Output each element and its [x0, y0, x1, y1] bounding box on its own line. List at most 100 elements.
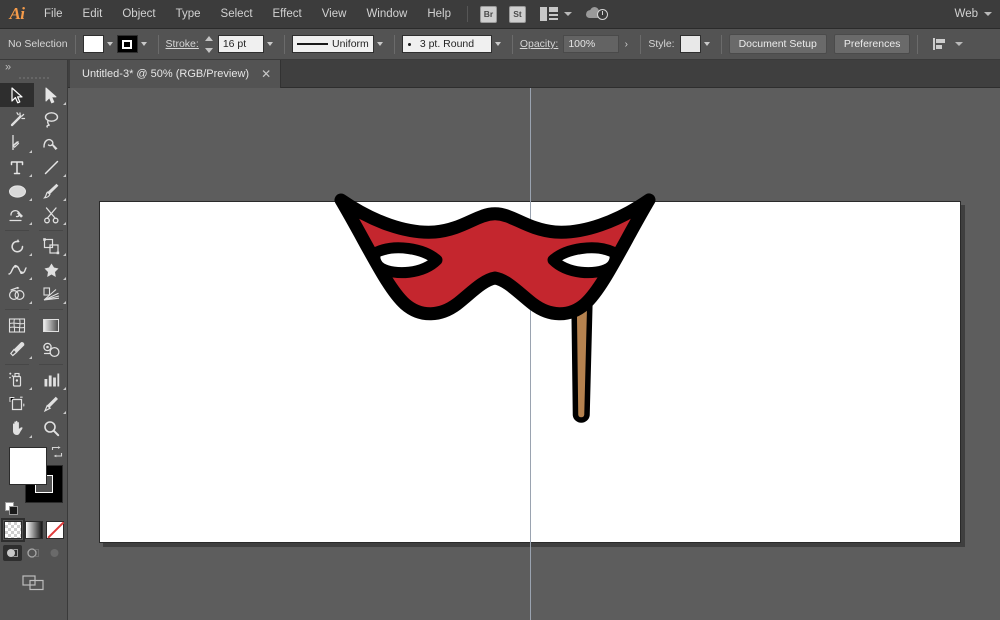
zoom-tool[interactable]: [34, 416, 68, 440]
type-tool[interactable]: [0, 155, 34, 179]
line-segment-tool[interactable]: [34, 155, 68, 179]
tool-flyout-indicator-icon: [29, 174, 32, 177]
tool-divider: [39, 230, 63, 231]
direct-selection-tool[interactable]: [34, 83, 68, 107]
tool-flyout-indicator-icon: [63, 411, 66, 414]
fill-chevron-down-icon[interactable]: [104, 35, 117, 53]
stroke-weight-label: Stroke:: [166, 38, 199, 50]
menu-type[interactable]: Type: [166, 0, 211, 29]
menu-effect[interactable]: Effect: [263, 0, 312, 29]
menu-select[interactable]: Select: [211, 0, 263, 29]
fill-color-swatch[interactable]: [9, 447, 47, 485]
tool-flyout-indicator-icon: [29, 198, 32, 201]
fill-swatch[interactable]: [83, 35, 104, 53]
collapse-panel-icon[interactable]: [0, 60, 67, 73]
default-fill-stroke-icon[interactable]: [5, 502, 18, 515]
ellipse-tool[interactable]: [0, 179, 34, 203]
symbol-sprayer-tool[interactable]: [0, 368, 34, 392]
rotate-tool[interactable]: [0, 234, 34, 258]
close-tab-icon[interactable]: ✕: [261, 68, 271, 80]
brush-definition-chevron-down-icon[interactable]: [492, 35, 505, 53]
bridge-icon[interactable]: Br: [480, 6, 497, 23]
curvature-tool[interactable]: [34, 131, 68, 155]
menu-window[interactable]: Window: [356, 0, 417, 29]
masquerade-mask-artwork[interactable]: [333, 192, 673, 437]
swap-fill-stroke-icon[interactable]: [51, 445, 63, 457]
magic-wand-tool[interactable]: [0, 107, 34, 131]
menu-object[interactable]: Object: [112, 0, 165, 29]
scissors-tool[interactable]: [34, 203, 68, 227]
arrange-documents-icon[interactable]: [540, 7, 558, 21]
tool-divider: [5, 309, 29, 310]
paintbrush-tool[interactable]: [34, 179, 68, 203]
arrange-chevron-down-icon[interactable]: [564, 12, 572, 16]
workspace-switcher[interactable]: Web: [955, 8, 1000, 20]
graphic-style-chevron-down-icon[interactable]: [701, 35, 714, 53]
control-bar: No Selection Stroke: 16 pt Uniform 3 pt.…: [0, 29, 1000, 60]
panel-drag-handle[interactable]: [0, 73, 67, 83]
gradient-mode-button[interactable]: [25, 521, 43, 539]
document-setup-button[interactable]: Document Setup: [729, 34, 827, 54]
align-chevron-down-icon[interactable]: [955, 42, 963, 46]
style-label: Style:: [648, 38, 674, 50]
gradient-tool[interactable]: [34, 313, 68, 337]
change-screen-mode-button[interactable]: [20, 573, 48, 593]
menu-help[interactable]: Help: [417, 0, 461, 29]
preferences-button[interactable]: Preferences: [834, 34, 911, 54]
mesh-tool[interactable]: [0, 313, 34, 337]
stroke-profile-chevron-down-icon[interactable]: [374, 35, 387, 53]
document-tab-title: Untitled-3* @ 50% (RGB/Preview): [82, 68, 249, 80]
selection-tool[interactable]: [0, 83, 34, 107]
fill-stroke-control: [0, 445, 67, 517]
opacity-options-icon[interactable]: ›: [619, 35, 633, 53]
stroke-chevron-down-icon[interactable]: [138, 35, 151, 53]
scale-tool[interactable]: [34, 234, 68, 258]
workspace-chevron-down-icon[interactable]: [984, 12, 992, 16]
control-divider: [512, 35, 513, 54]
graphic-style-swatch[interactable]: [680, 35, 701, 53]
draw-behind-button[interactable]: [24, 545, 43, 561]
tool-divider: [39, 364, 63, 365]
width-tool[interactable]: [0, 258, 34, 282]
stroke-weight-input[interactable]: 16 pt: [218, 35, 264, 53]
stroke-weight-chevron-down-icon[interactable]: [264, 35, 277, 53]
menu-edit[interactable]: Edit: [73, 0, 113, 29]
document-canvas[interactable]: [68, 88, 1000, 620]
tool-flyout-indicator-icon: [63, 387, 66, 390]
tool-flyout-indicator-icon: [29, 356, 32, 359]
draw-normal-button[interactable]: [3, 545, 22, 561]
stroke-weight-stepper[interactable]: [205, 36, 214, 53]
shape-builder-tool[interactable]: [0, 282, 34, 306]
document-tab-bar: Untitled-3* @ 50% (RGB/Preview) ✕: [0, 60, 1000, 88]
lasso-tool[interactable]: [34, 107, 68, 131]
stroke-swatch[interactable]: [117, 35, 138, 53]
color-mode-button[interactable]: [4, 521, 22, 539]
align-panel-icon[interactable]: [933, 36, 949, 52]
creative-cloud-sync-icon[interactable]: [586, 6, 608, 22]
workspace-label: Web: [955, 8, 978, 20]
tool-flyout-indicator-icon: [29, 435, 32, 438]
opacity-input[interactable]: 100%: [563, 35, 619, 53]
pen-tool[interactable]: [0, 131, 34, 155]
draw-mode-bar: [0, 545, 67, 561]
menu-view[interactable]: View: [312, 0, 357, 29]
hand-tool[interactable]: [0, 416, 34, 440]
column-graph-tool[interactable]: [34, 368, 68, 392]
blend-tool[interactable]: [34, 337, 68, 361]
stroke-profile-select[interactable]: Uniform: [292, 35, 374, 53]
stock-icon[interactable]: St: [509, 6, 526, 23]
menu-bar: Ai File Edit Object Type Select Effect V…: [0, 0, 1000, 29]
none-mode-button[interactable]: [46, 521, 64, 539]
brush-definition-select[interactable]: 3 pt. Round: [402, 35, 492, 53]
menu-file[interactable]: File: [34, 0, 73, 29]
eyedropper-tool[interactable]: [0, 337, 34, 361]
perspective-grid-tool[interactable]: [34, 282, 68, 306]
artboard-tool[interactable]: [0, 392, 34, 416]
tool-divider: [39, 309, 63, 310]
control-divider: [721, 35, 722, 54]
draw-inside-button[interactable]: [45, 545, 64, 561]
slice-tool[interactable]: [34, 392, 68, 416]
document-tab[interactable]: Untitled-3* @ 50% (RGB/Preview) ✕: [70, 60, 281, 88]
shaper-tool[interactable]: [0, 203, 34, 227]
free-transform-tool[interactable]: [34, 258, 68, 282]
